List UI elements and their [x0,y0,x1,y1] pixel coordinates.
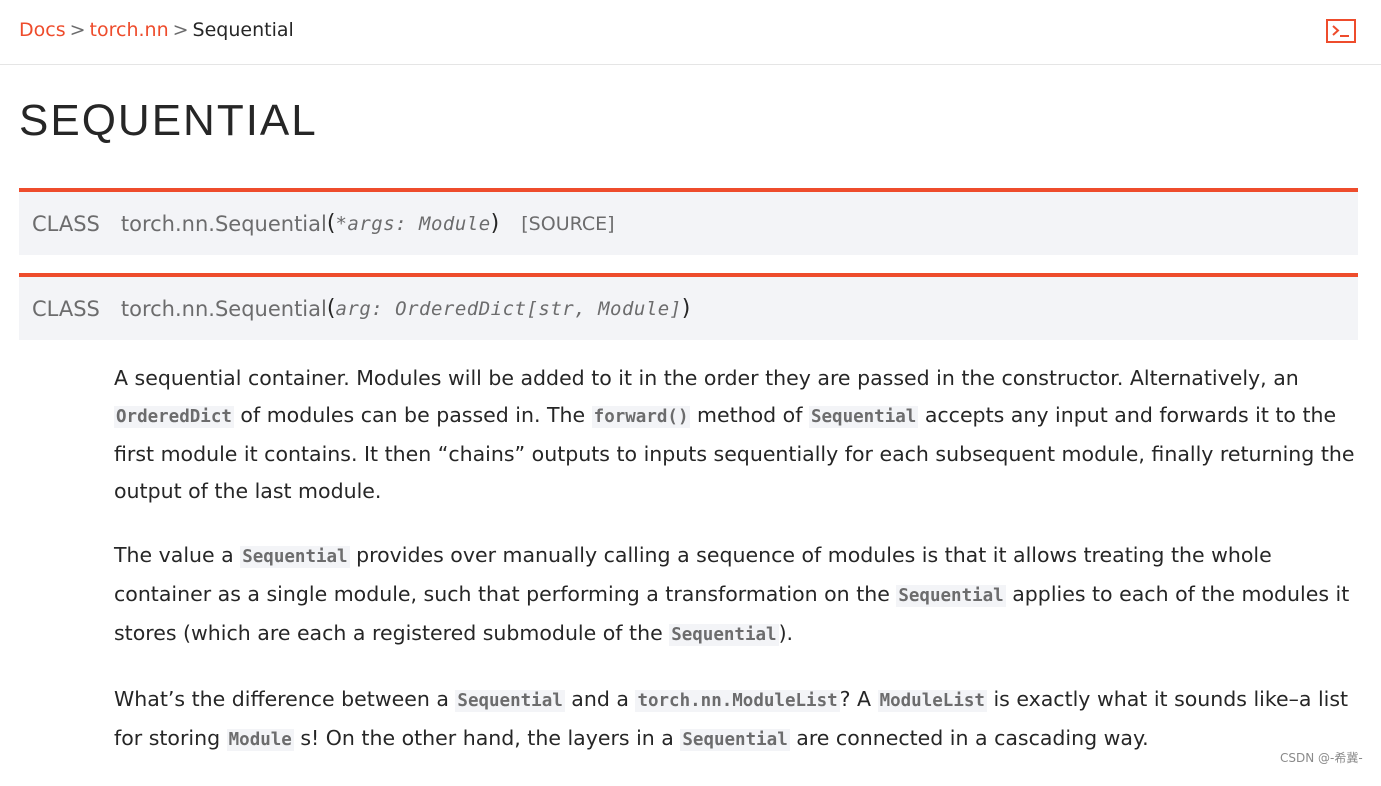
text: of modules can be passed in. The [233,403,592,427]
description-paragraph-2: The value a Sequential provides over man… [114,537,1359,654]
breadcrumb: Docs > torch.nn > Sequential [19,19,294,41]
text: are connected in a cascading way. [789,726,1149,750]
watermark: CSDN @-希冀- [1280,751,1363,765]
breadcrumb-separator: > [69,19,86,41]
class-description: A sequential container. Modules will be … [114,360,1359,786]
code-sequential: Sequential [240,546,350,568]
class-name: torch.nn.Sequential [120,296,327,321]
code-sequential: Sequential [455,690,565,712]
code-modulelist: ModuleList [877,690,987,712]
breadcrumb-current: Sequential [192,19,294,41]
text: ? A [839,687,878,711]
text: The value a [114,543,241,567]
breadcrumb-torch-nn-link[interactable]: torch.nn [90,19,169,41]
top-bar: Docs > torch.nn > Sequential [0,0,1381,65]
code-sequential: Sequential [669,624,779,646]
source-link[interactable]: [SOURCE] [521,213,614,235]
class-keyword: CLASS [32,296,100,321]
terminal-prompt-icon[interactable] [1326,19,1356,43]
page-title: SEQUENTIAL [19,96,318,145]
text: s! On the other hand, the layers in a [293,726,681,750]
code-module: Module [226,729,294,751]
code-modulelist-link[interactable]: torch.nn.ModuleList [635,690,840,712]
code-ordereddict: OrderedDict [114,406,234,428]
code-sequential: Sequential [680,729,790,751]
class-signature-ordereddict: CLASS torch.nn.Sequential ( arg: Ordered… [19,273,1358,340]
open-paren: ( [326,211,336,236]
class-name: torch.nn.Sequential [120,211,327,236]
open-paren: ( [326,296,336,321]
code-sequential: Sequential [808,406,919,428]
description-paragraph-3: What’s the difference between a Sequenti… [114,681,1359,759]
class-signature-args: CLASS torch.nn.Sequential ( *args: Modul… [19,188,1358,255]
signature-params: *args: Module [335,212,491,235]
code-sequential: Sequential [896,585,1006,607]
signature-params: arg: OrderedDict[str, Module] [335,297,682,320]
description-paragraph-1: A sequential container. Modules will be … [114,360,1359,510]
text: method of [690,403,809,427]
code-forward: forward() [591,406,691,428]
text: and a [564,687,636,711]
text: A sequential container. Modules will be … [114,366,1299,390]
text: What’s the difference between a [114,687,456,711]
class-keyword: CLASS [32,211,100,236]
breadcrumb-separator: > [172,19,189,41]
close-paren: ) [681,296,691,321]
text: ). [778,621,794,645]
breadcrumb-docs-link[interactable]: Docs [19,19,66,41]
close-paren: ) [490,211,500,236]
